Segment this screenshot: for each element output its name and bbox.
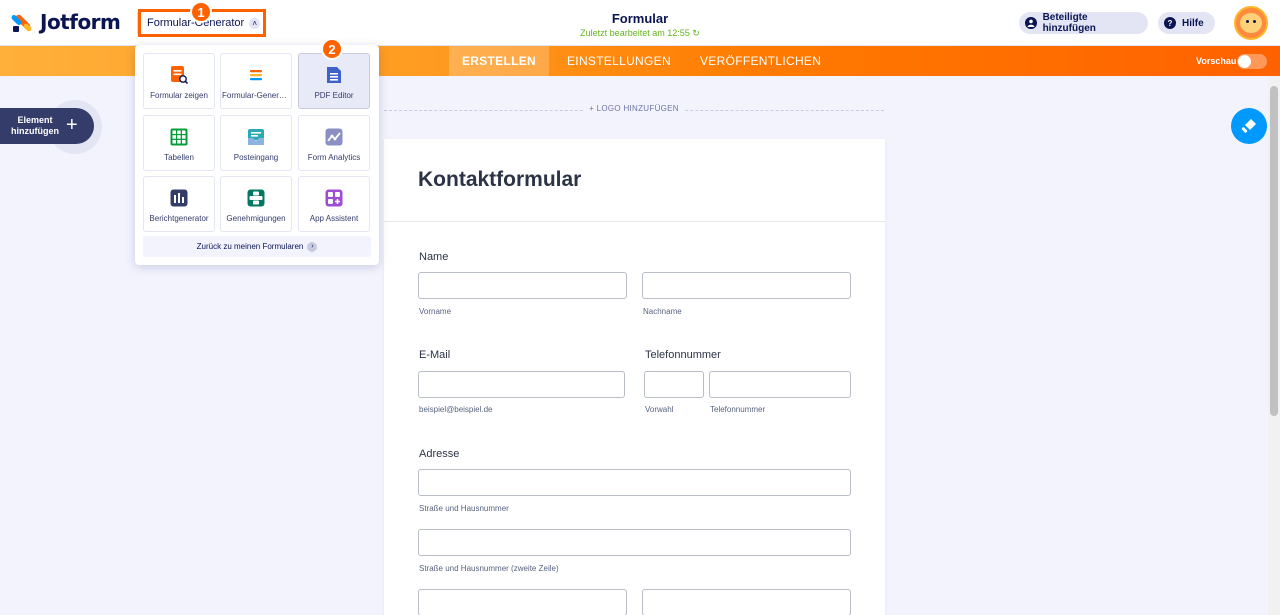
logo-text: Jotform: [40, 10, 121, 34]
help-icon: ?: [1164, 17, 1176, 29]
city-input[interactable]: [418, 589, 627, 615]
step-marker-1: 1: [190, 1, 212, 23]
street-line2-input[interactable]: [418, 529, 851, 556]
form-card: Kontaktformular Name Vorname Nachname E-…: [384, 139, 885, 615]
invite-collaborators-button[interactable]: Beteiligte hinzufügen: [1019, 12, 1148, 34]
menu-item-report-builder[interactable]: Berichtgenerator: [143, 176, 215, 232]
menu-item-label: Tabellen: [164, 153, 194, 162]
phone-number-input[interactable]: [709, 371, 851, 398]
tab-settings[interactable]: EINSTELLUNGEN: [567, 46, 671, 76]
add-logo-button[interactable]: + LOGO HINZUFÜGEN: [584, 104, 684, 113]
app-builder-icon: [325, 189, 343, 207]
menu-item-form-builder[interactable]: Formular-Generator: [220, 53, 292, 109]
menu-item-label: Formular zeigen: [150, 91, 208, 100]
back-to-my-forms-link[interactable]: Zurück zu meinen Formularen ›: [143, 236, 371, 257]
menu-item-form-view[interactable]: Formular zeigen: [143, 53, 215, 109]
jotform-logo-icon: [10, 11, 33, 33]
help-button[interactable]: ? Hilfe: [1158, 12, 1215, 34]
menu-item-label: Formular-Generator: [222, 91, 290, 100]
form-title-area: Formular Zuletzt bearbeitet am 12:55 ↻: [540, 11, 740, 39]
first-name-input[interactable]: [418, 272, 627, 299]
menu-item-label: Berichtgenerator: [149, 214, 209, 223]
last-name-input[interactable]: [642, 272, 851, 299]
analytics-icon: [325, 128, 343, 146]
preview-label: Vorschau: [1196, 56, 1237, 66]
preview-toggle[interactable]: [1237, 54, 1267, 69]
menu-item-tables[interactable]: Tabellen: [143, 115, 215, 171]
add-element-label: Element hinzufügen: [11, 115, 59, 136]
avatar[interactable]: [1234, 6, 1268, 40]
form-designer-button[interactable]: [1231, 108, 1267, 144]
menu-item-label: App Assistent: [309, 214, 359, 223]
inbox-icon: [247, 128, 265, 146]
area-code-input[interactable]: [644, 371, 704, 398]
form-view-icon: [170, 66, 189, 85]
area-code-sublabel: Vorwahl: [645, 405, 674, 414]
state-input[interactable]: [642, 589, 851, 615]
back-label: Zurück zu meinen Formularen: [196, 242, 304, 251]
refresh-icon: ↻: [692, 28, 700, 38]
form-heading[interactable]: Kontaktformular: [418, 168, 581, 192]
tab-publish[interactable]: VERÖFFENTLICHEN: [700, 46, 821, 76]
menu-item-pdf-editor[interactable]: PDF Editor: [298, 53, 370, 109]
avatar-face-icon: [1240, 13, 1262, 33]
menu-item-form-analytics[interactable]: Form Analytics: [298, 115, 370, 171]
menu-item-app-builder[interactable]: App Assistent: [298, 176, 370, 232]
street-line2-sublabel: Straße und Hausnummer (zweite Zeile): [419, 564, 559, 573]
menu-item-label: Posteingang: [233, 153, 279, 162]
form-title[interactable]: Formular: [540, 11, 740, 26]
pdf-editor-icon: [325, 66, 343, 84]
report-builder-icon: [170, 189, 188, 207]
email-input[interactable]: [418, 371, 625, 398]
street-sublabel: Straße und Hausnummer: [419, 504, 509, 513]
phone-label: Telefonnummer: [645, 349, 721, 361]
first-name-sublabel: Vorname: [419, 307, 452, 316]
chevron-right-icon: ›: [307, 241, 318, 252]
address-label: Adresse: [419, 448, 460, 460]
email-label: E-Mail: [419, 349, 451, 361]
last-edited-status: Zuletzt bearbeitet am 12:55 ↻: [580, 28, 700, 38]
menu-item-inbox[interactable]: Posteingang: [220, 115, 292, 171]
step-marker-2: 2: [321, 38, 343, 60]
scrollbar-thumb[interactable]: [1270, 86, 1278, 416]
last-name-sublabel: Nachname: [643, 307, 682, 316]
add-element-button[interactable]: Element hinzufügen +: [0, 108, 94, 144]
plus-icon: +: [66, 114, 78, 136]
jotform-logo[interactable]: Jotform: [10, 10, 121, 34]
chevron-up-icon: ˄: [249, 17, 261, 29]
tables-icon: [170, 128, 188, 146]
approvals-icon: [247, 189, 265, 207]
help-label: Hilfe: [1182, 17, 1204, 29]
builder-switcher-dropdown: Formular zeigen Formular-Generator PDF E…: [135, 45, 379, 265]
tab-build[interactable]: ERSTELLEN: [449, 46, 549, 76]
phone-number-sublabel: Telefonnummer: [710, 405, 766, 414]
user-icon: [1025, 17, 1037, 29]
menu-item-label: Genehmigungen: [226, 214, 286, 223]
email-sublabel: beispiel@beispiel.de: [419, 405, 493, 414]
menu-item-approvals[interactable]: Genehmigungen: [220, 176, 292, 232]
street-input[interactable]: [418, 469, 851, 496]
heading-divider: [384, 221, 885, 222]
name-label: Name: [419, 251, 449, 263]
page-scrollbar[interactable]: [1268, 76, 1280, 615]
menu-item-label: Form Analytics: [307, 153, 361, 162]
menu-item-label: PDF Editor: [314, 91, 354, 100]
invite-label: Beteiligte hinzufügen: [1042, 12, 1096, 34]
form-builder-icon: [247, 66, 265, 84]
paint-roller-icon: [1241, 119, 1256, 133]
